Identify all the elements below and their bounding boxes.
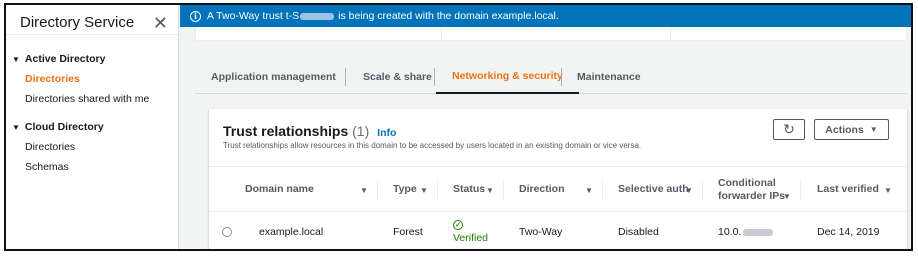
tab-application-management[interactable]: Application management bbox=[195, 60, 352, 94]
cell-selective-auth: Disabled bbox=[618, 226, 659, 238]
nav-section-header[interactable]: ▼ Active Directory bbox=[6, 53, 105, 65]
sort-icon[interactable]: ▼ bbox=[420, 186, 428, 195]
nav-item-directories-shared[interactable]: Directories shared with me bbox=[6, 93, 149, 105]
tab-scale-share[interactable]: Scale & share bbox=[347, 60, 448, 94]
column-divider bbox=[800, 181, 801, 199]
column-divider bbox=[437, 181, 438, 199]
info-icon: i bbox=[190, 10, 201, 22]
nav-item-schemas[interactable]: Schemas bbox=[6, 161, 69, 173]
col-type[interactable]: Type bbox=[393, 167, 417, 213]
cell-status: ✓ Verified bbox=[453, 212, 489, 249]
tab-divider bbox=[345, 68, 346, 86]
redacted-text bbox=[300, 12, 335, 20]
banner-message: A Two-Way trust t-S is being created wit… bbox=[207, 10, 559, 22]
cell-last-verified: Dec 14, 2019 bbox=[817, 226, 880, 238]
info-link[interactable]: Info bbox=[377, 127, 396, 139]
cell-domain-name: example.local bbox=[259, 226, 324, 238]
col-status[interactable]: Status bbox=[453, 167, 485, 213]
sidebar: Directory Service ✕ ▼ Active Directory D… bbox=[6, 5, 179, 249]
caret-down-icon: ▼ bbox=[12, 54, 20, 64]
table-row[interactable]: example.local Forest ✓ Verified Two-Way … bbox=[209, 212, 907, 249]
panel-description: Trust relationships allow resources in t… bbox=[223, 141, 642, 150]
column-divider bbox=[602, 181, 603, 199]
close-icon[interactable]: ✕ bbox=[153, 14, 168, 32]
nav-item-directories[interactable]: Directories bbox=[6, 73, 80, 85]
nav-item-cloud-directories[interactable]: Directories bbox=[6, 141, 75, 153]
column-divider bbox=[377, 181, 378, 199]
column-divider bbox=[503, 181, 504, 199]
nav-section-cloud-directory: ▼ Cloud Directory bbox=[6, 121, 104, 133]
summary-card bbox=[195, 27, 907, 41]
refresh-icon: ↻ bbox=[783, 121, 795, 137]
cell-direction: Two-Way bbox=[519, 226, 563, 238]
tab-networking-security[interactable]: Networking & security bbox=[436, 60, 579, 94]
row-select-radio[interactable] bbox=[222, 212, 232, 249]
status-text: Verified bbox=[453, 232, 489, 244]
redacted-text bbox=[743, 228, 774, 236]
radio-button[interactable] bbox=[222, 227, 232, 237]
sort-icon[interactable]: ▼ bbox=[783, 192, 791, 201]
col-direction[interactable]: Direction bbox=[519, 167, 565, 213]
caret-down-icon: ▼ bbox=[869, 125, 878, 134]
col-selective-auth[interactable]: Selective auth bbox=[618, 167, 689, 213]
sort-icon[interactable]: ▼ bbox=[884, 186, 892, 195]
tab-bar: Application management Scale & share Net… bbox=[195, 60, 907, 94]
sort-icon[interactable]: ▼ bbox=[486, 186, 494, 195]
col-domain-name[interactable]: Domain name bbox=[245, 167, 314, 213]
actions-label: Actions bbox=[825, 123, 864, 136]
flash-banner: i A Two-Way trust t-S is being created w… bbox=[180, 5, 911, 27]
tab-divider bbox=[434, 68, 435, 86]
sort-icon[interactable]: ▼ bbox=[360, 186, 368, 195]
column-divider bbox=[702, 181, 703, 199]
cell-forwarder-ips: 10.0. bbox=[718, 212, 774, 249]
sidebar-title: Directory Service bbox=[20, 14, 135, 31]
app-window: Directory Service ✕ ▼ Active Directory D… bbox=[4, 3, 913, 251]
actions-button[interactable]: Actions ▼ bbox=[814, 119, 889, 140]
sort-icon[interactable]: ▼ bbox=[685, 186, 693, 195]
nav-section-label: Active Directory bbox=[24, 53, 106, 65]
panel-title: Trust relationships (1) Info bbox=[223, 123, 397, 139]
sidebar-header: Directory Service ✕ bbox=[6, 5, 178, 35]
divider bbox=[441, 27, 442, 39]
caret-down-icon: ▼ bbox=[12, 122, 20, 132]
item-count: (1) bbox=[352, 123, 370, 139]
col-conditional-forwarder-ips[interactable]: Conditional forwarder IPs bbox=[718, 167, 785, 213]
cell-type: Forest bbox=[393, 226, 423, 238]
table-header: Domain name ▼ Type ▼ Status ▼ Direction … bbox=[209, 166, 907, 212]
col-last-verified[interactable]: Last verified bbox=[817, 167, 879, 213]
divider bbox=[670, 27, 671, 39]
nav-section-active-directory: ▼ Active Directory bbox=[6, 53, 105, 65]
tab-maintenance[interactable]: Maintenance bbox=[561, 60, 657, 94]
trust-relationships-panel: Trust relationships (1) Info Trust relat… bbox=[209, 109, 907, 249]
refresh-button[interactable]: ↻ bbox=[773, 119, 805, 140]
sort-icon[interactable]: ▼ bbox=[585, 186, 593, 195]
check-circle-icon: ✓ bbox=[453, 220, 463, 230]
nav-section-header[interactable]: ▼ Cloud Directory bbox=[6, 121, 104, 133]
nav-section-label: Cloud Directory bbox=[24, 121, 104, 133]
